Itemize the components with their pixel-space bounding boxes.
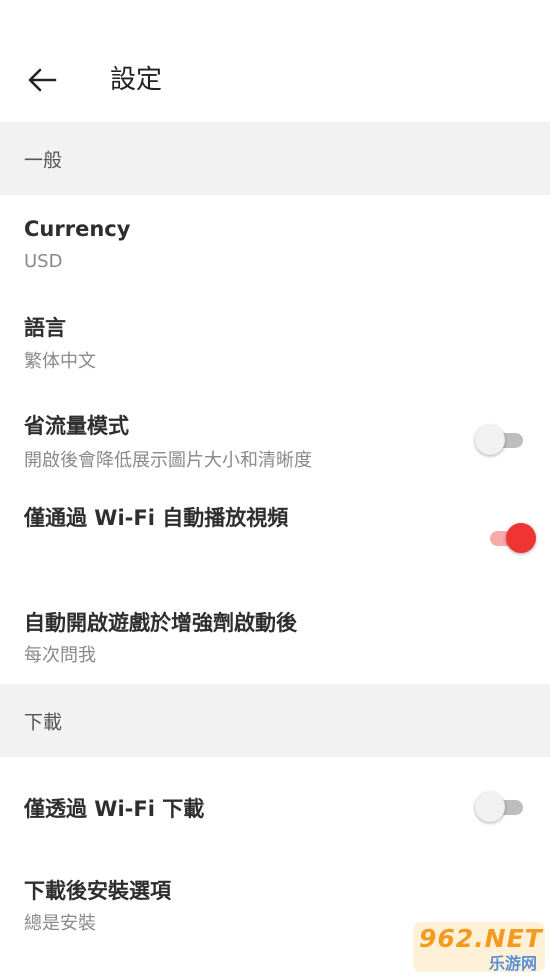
language-title: 語言 — [24, 316, 66, 340]
settings-row-currency[interactable]: Currency USD — [0, 195, 550, 290]
section-label-download: 下載 — [24, 711, 63, 733]
wifi-download-title: 僅透過 Wi-Fi 下載 — [24, 797, 205, 821]
wifi-autoplay-toggle[interactable] — [482, 521, 536, 555]
data-saver-subtitle: 開啟後會降低展示圖片大小和清晰度 — [24, 450, 312, 471]
watermark-sub: 乐游网 — [488, 954, 537, 973]
toggle-thumb — [506, 523, 536, 553]
install-option-title: 下載後安裝選項 — [24, 879, 171, 903]
section-label-general: 一般 — [24, 149, 63, 171]
settings-row-wifi-autoplay[interactable]: 僅通過 Wi-Fi 自動播放視頻 — [0, 484, 550, 594]
install-option-value: 總是安裝 — [24, 913, 96, 934]
wifi-autoplay-title: 僅通過 Wi-Fi 自動播放視頻 — [24, 506, 289, 530]
currency-title: Currency — [24, 217, 131, 241]
data-saver-title: 省流量模式 — [24, 414, 129, 438]
auto-open-game-value: 每次問我 — [24, 645, 96, 666]
toggle-thumb — [475, 425, 505, 455]
app-bar: 設定 — [0, 0, 550, 122]
back-button[interactable] — [20, 60, 64, 100]
data-saver-toggle[interactable] — [475, 423, 529, 457]
currency-value: USD — [24, 251, 63, 272]
auto-open-game-title: 自動開啟遊戲於增強劑啟動後 — [24, 611, 297, 635]
page-title: 設定 — [110, 65, 163, 95]
watermark-logo: 962.NET 乐游网 — [413, 922, 545, 973]
settings-row-wifi-download[interactable]: 僅透過 Wi-Fi 下載 — [0, 757, 550, 857]
toggle-thumb — [475, 792, 505, 822]
section-header-download: 下載 — [0, 684, 550, 757]
settings-row-data-saver[interactable]: 省流量模式 開啟後會降低展示圖片大小和清晰度 — [0, 386, 550, 484]
language-value: 繁体中文 — [24, 351, 96, 372]
arrow-left-icon — [28, 68, 57, 92]
settings-row-language[interactable]: 語言 繁体中文 — [0, 290, 550, 386]
watermark-main: 962.NET — [419, 924, 543, 953]
wifi-download-toggle[interactable] — [475, 790, 529, 824]
section-header-general: 一般 — [0, 122, 550, 195]
settings-row-auto-open-game[interactable]: 自動開啟遊戲於增強劑啟動後 每次問我 — [0, 594, 550, 684]
